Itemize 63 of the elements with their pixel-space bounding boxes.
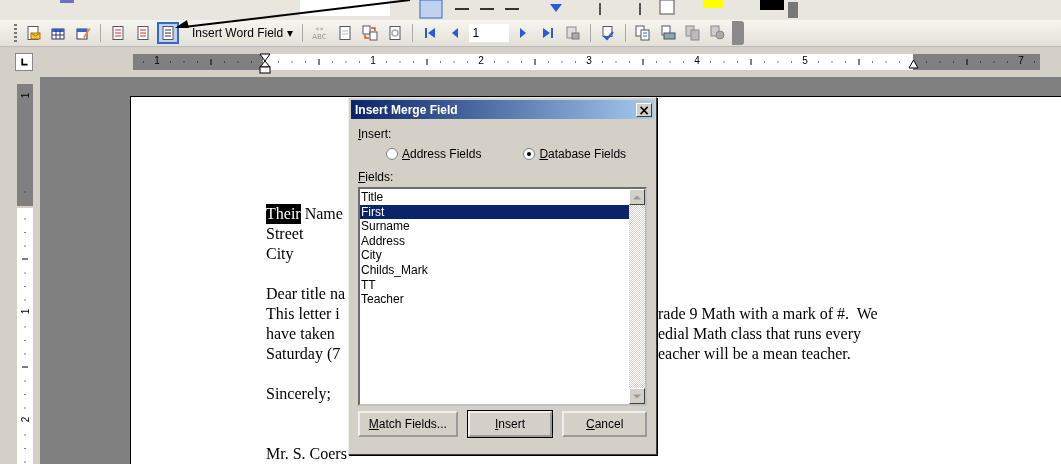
list-item[interactable]: First — [360, 204, 629, 220]
selected-text: Their — [266, 204, 301, 224]
ruler-number: 5 — [801, 55, 809, 66]
document-text: Mr. S. Coers — [266, 444, 347, 464]
list-item[interactable]: Surname — [360, 219, 629, 234]
dialog-button[interactable]: Cancel — [562, 411, 647, 437]
arrows-page-icon — [361, 25, 378, 41]
dialog-button[interactable]: Match Fields... — [358, 411, 458, 437]
ruler-number: 1 — [153, 55, 161, 66]
close-button[interactable]: × — [636, 102, 652, 117]
document-text: Saturday (7 — [266, 344, 341, 364]
check-page-icon — [599, 25, 616, 41]
insert-label: Insert: — [358, 127, 393, 141]
right-indent-icon[interactable] — [908, 59, 919, 69]
pages-icon — [709, 25, 726, 41]
document-text: This letter i — [266, 304, 340, 324]
ruler-number: 2 — [19, 415, 31, 425]
printer-page-icon — [659, 25, 676, 41]
ruler-number: 7 — [1017, 55, 1025, 66]
dialog-button[interactable]: Insert — [467, 411, 553, 437]
fields-list[interactable]: Title First Surname Address City Childs_Mark TT Teacher — [358, 187, 647, 406]
document-text: rade 9 Math with a mark of #. We — [658, 304, 878, 324]
page-icon — [336, 25, 353, 41]
pencil-page-icon — [75, 25, 91, 41]
radio-button[interactable] — [386, 148, 398, 160]
insert-word-field-dropdown[interactable]: Insert Word Field ▾ — [182, 22, 296, 44]
dialog-title: Insert Merge Field — [355, 102, 458, 117]
list-item[interactable]: City — [360, 248, 629, 263]
indent-marker-icon[interactable] — [259, 53, 271, 75]
pages-icon — [684, 25, 701, 41]
list-item[interactable]: TT — [360, 277, 629, 293]
ruler-number: 4 — [693, 55, 701, 66]
list-item[interactable]: Address — [360, 233, 629, 249]
document-text: Sincerely; — [266, 384, 331, 404]
page-icon — [160, 25, 176, 41]
fields-label: Fields: — [358, 170, 395, 184]
ruler-number: 3 — [585, 55, 593, 66]
radio-button[interactable] — [523, 148, 536, 160]
envelope-page-icon — [25, 25, 41, 41]
ruler-number: 1 — [19, 91, 31, 101]
table-icon — [50, 25, 66, 41]
radio-label[interactable]: Address Fields — [402, 147, 482, 161]
radio-label[interactable]: Database Fields — [539, 147, 627, 161]
record-field[interactable]: 1 — [468, 24, 509, 42]
list-item[interactable]: Title — [360, 190, 629, 205]
list-item[interactable]: Childs_Mark — [360, 262, 629, 278]
find-page-icon — [564, 25, 581, 41]
pages-icon — [634, 25, 651, 41]
document-text: eacher will be a mean teacher. — [658, 344, 851, 364]
page-icon — [135, 25, 151, 41]
tab-stop-icon[interactable] — [15, 53, 33, 71]
document-text: edial Math class that runs every — [658, 324, 862, 344]
ruler-number: 1 — [19, 307, 31, 317]
ruler-number: 2 — [477, 55, 485, 66]
document-text: Street — [266, 224, 304, 244]
document-text: Dear title na — [266, 284, 346, 304]
document-text: City — [266, 244, 294, 264]
page-icon — [110, 25, 126, 41]
list-item[interactable]: Teacher — [360, 292, 629, 307]
ruler-number: 1 — [369, 55, 377, 66]
document-text: have taken — [266, 324, 335, 344]
document-text: Name — [303, 204, 343, 224]
toolbar-button[interactable] — [157, 22, 179, 44]
